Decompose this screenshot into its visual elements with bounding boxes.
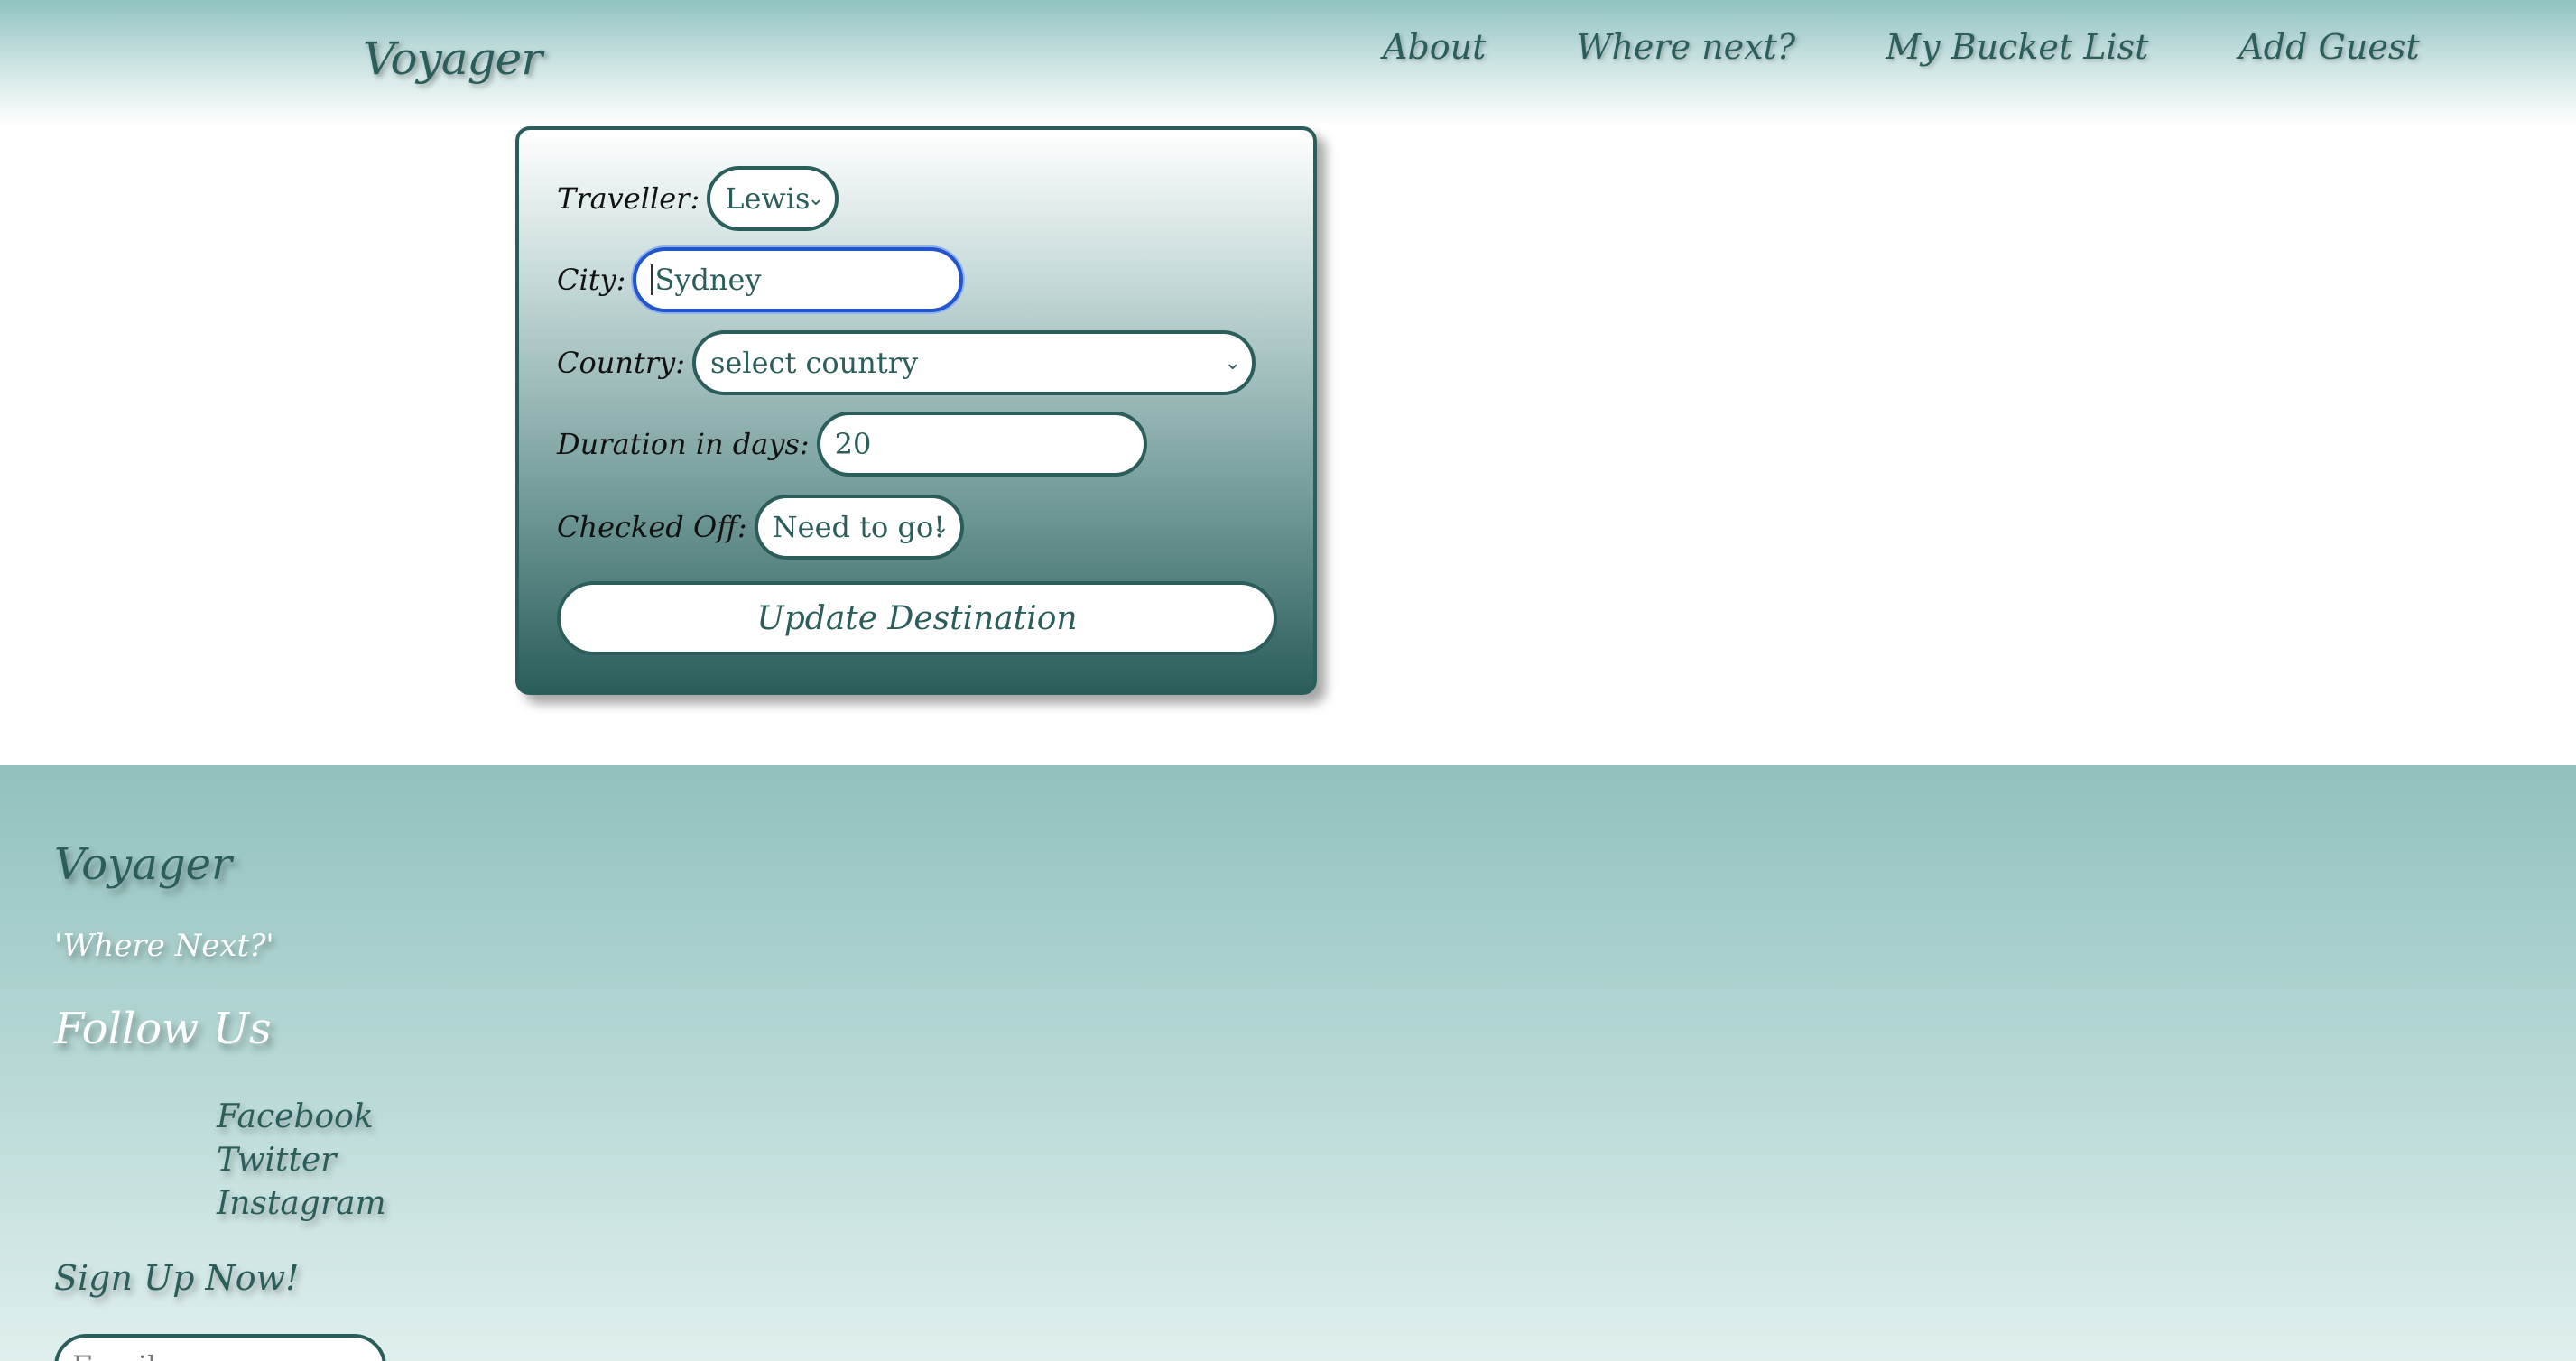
checked-off-row: Checked Off: Need to go! ⌄ [557,495,964,560]
main-nav: About Where next? My Bucket List Add Gue… [1383,27,2420,67]
traveller-label: Traveller: [557,181,700,216]
footer-brand: Voyager [54,839,232,890]
country-select[interactable]: select country ⌄ [691,330,1256,395]
traveller-value: Lewis [725,181,811,216]
nav-bucket-list[interactable]: My Bucket List [1886,27,2148,67]
city-label: City: [557,263,626,297]
social-links: Facebook Twitter Instagram [217,1096,386,1226]
update-destination-button[interactable]: Update Destination [557,581,1277,655]
brand-logo[interactable]: Voyager [363,32,542,85]
update-destination-form: Traveller: Lewis ⌄ City: Sydney Country:… [515,126,1317,695]
city-input[interactable]: Sydney [633,247,964,312]
city-value: Sydney [654,263,762,297]
twitter-link[interactable]: Twitter [217,1139,386,1182]
duration-input[interactable]: 20 [816,412,1147,477]
checked-off-select[interactable]: Need to go! ⌄ [754,495,964,560]
nav-about[interactable]: About [1383,27,1486,67]
chevron-down-icon: ⌄ [932,516,950,539]
country-value: select country [709,346,919,380]
city-row: City: Sydney [557,247,964,312]
checked-off-label: Checked Off: [557,510,747,544]
duration-value: 20 [834,427,872,461]
checked-off-value: Need to go! [772,510,946,544]
nav-where-next[interactable]: Where next? [1576,27,1795,67]
instagram-link[interactable]: Instagram [217,1182,386,1226]
site-header: Voyager About Where next? My Bucket List… [0,0,2576,126]
site-footer: Voyager 'Where Next?' Follow Us Facebook… [0,765,2576,1361]
country-row: Country: select country ⌄ [557,330,1256,395]
facebook-link[interactable]: Facebook [217,1096,386,1139]
follow-us-heading: Follow Us [54,1004,272,1054]
footer-tagline: 'Where Next?' [54,928,274,964]
nav-add-guest[interactable]: Add Guest [2238,27,2419,67]
text-caret [651,264,653,295]
duration-row: Duration in days: 20 [557,412,1147,477]
chevron-down-icon: ⌄ [1224,352,1241,375]
traveller-select[interactable]: Lewis ⌄ [707,166,839,231]
email-field[interactable]: Email [54,1334,386,1361]
sign-up-heading: Sign Up Now! [54,1258,300,1298]
duration-label: Duration in days: [557,427,810,461]
traveller-row: Traveller: Lewis ⌄ [557,166,839,231]
chevron-down-icon: ⌄ [807,188,825,210]
country-label: Country: [557,346,685,380]
